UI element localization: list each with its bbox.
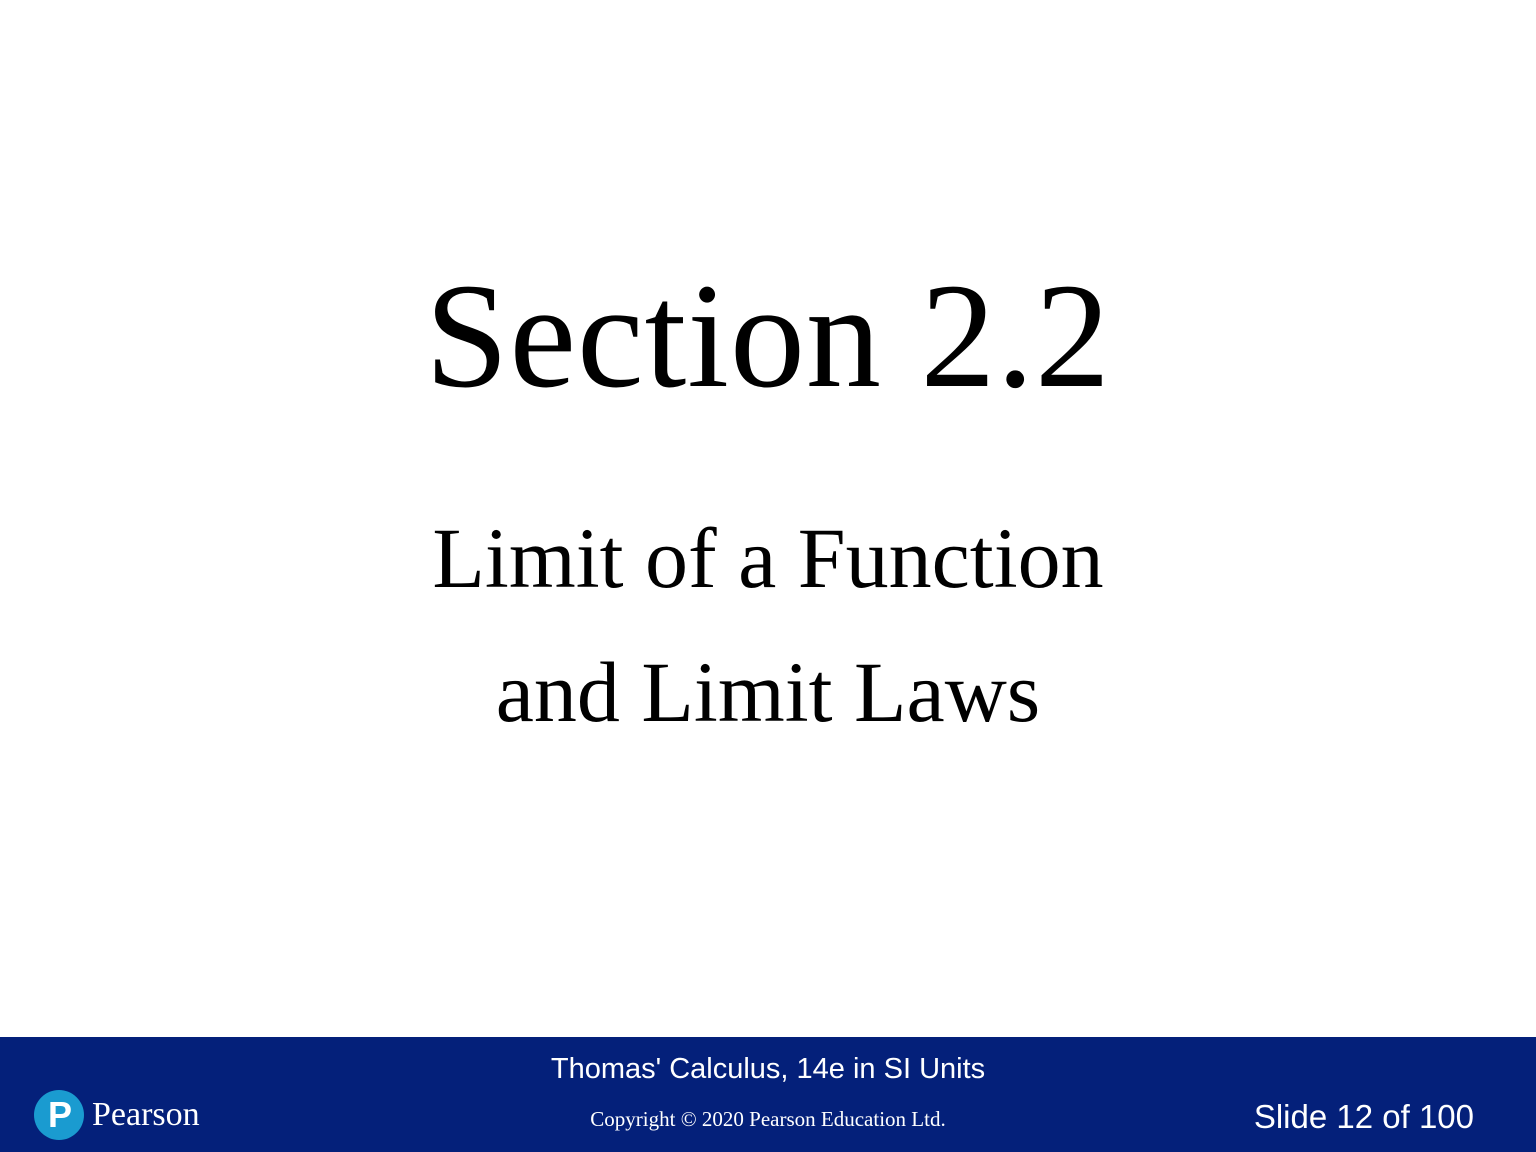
subtitle-line-1: Limit of a Function bbox=[432, 510, 1104, 606]
subtitle-line-2: and Limit Laws bbox=[495, 644, 1041, 740]
section-title: Section 2.2 bbox=[425, 253, 1111, 419]
section-subtitle: Limit of a Function and Limit Laws bbox=[0, 510, 1536, 778]
slide-footer: P Pearson Thomas' Calculus, 14e in SI Un… bbox=[0, 1037, 1536, 1152]
book-title: Thomas' Calculus, 14e in SI Units bbox=[550, 1053, 986, 1085]
slide-number: Slide 12 of 100 bbox=[1253, 1098, 1474, 1135]
slide: Section 2.2 Limit of a Function and Limi… bbox=[0, 0, 1536, 1152]
